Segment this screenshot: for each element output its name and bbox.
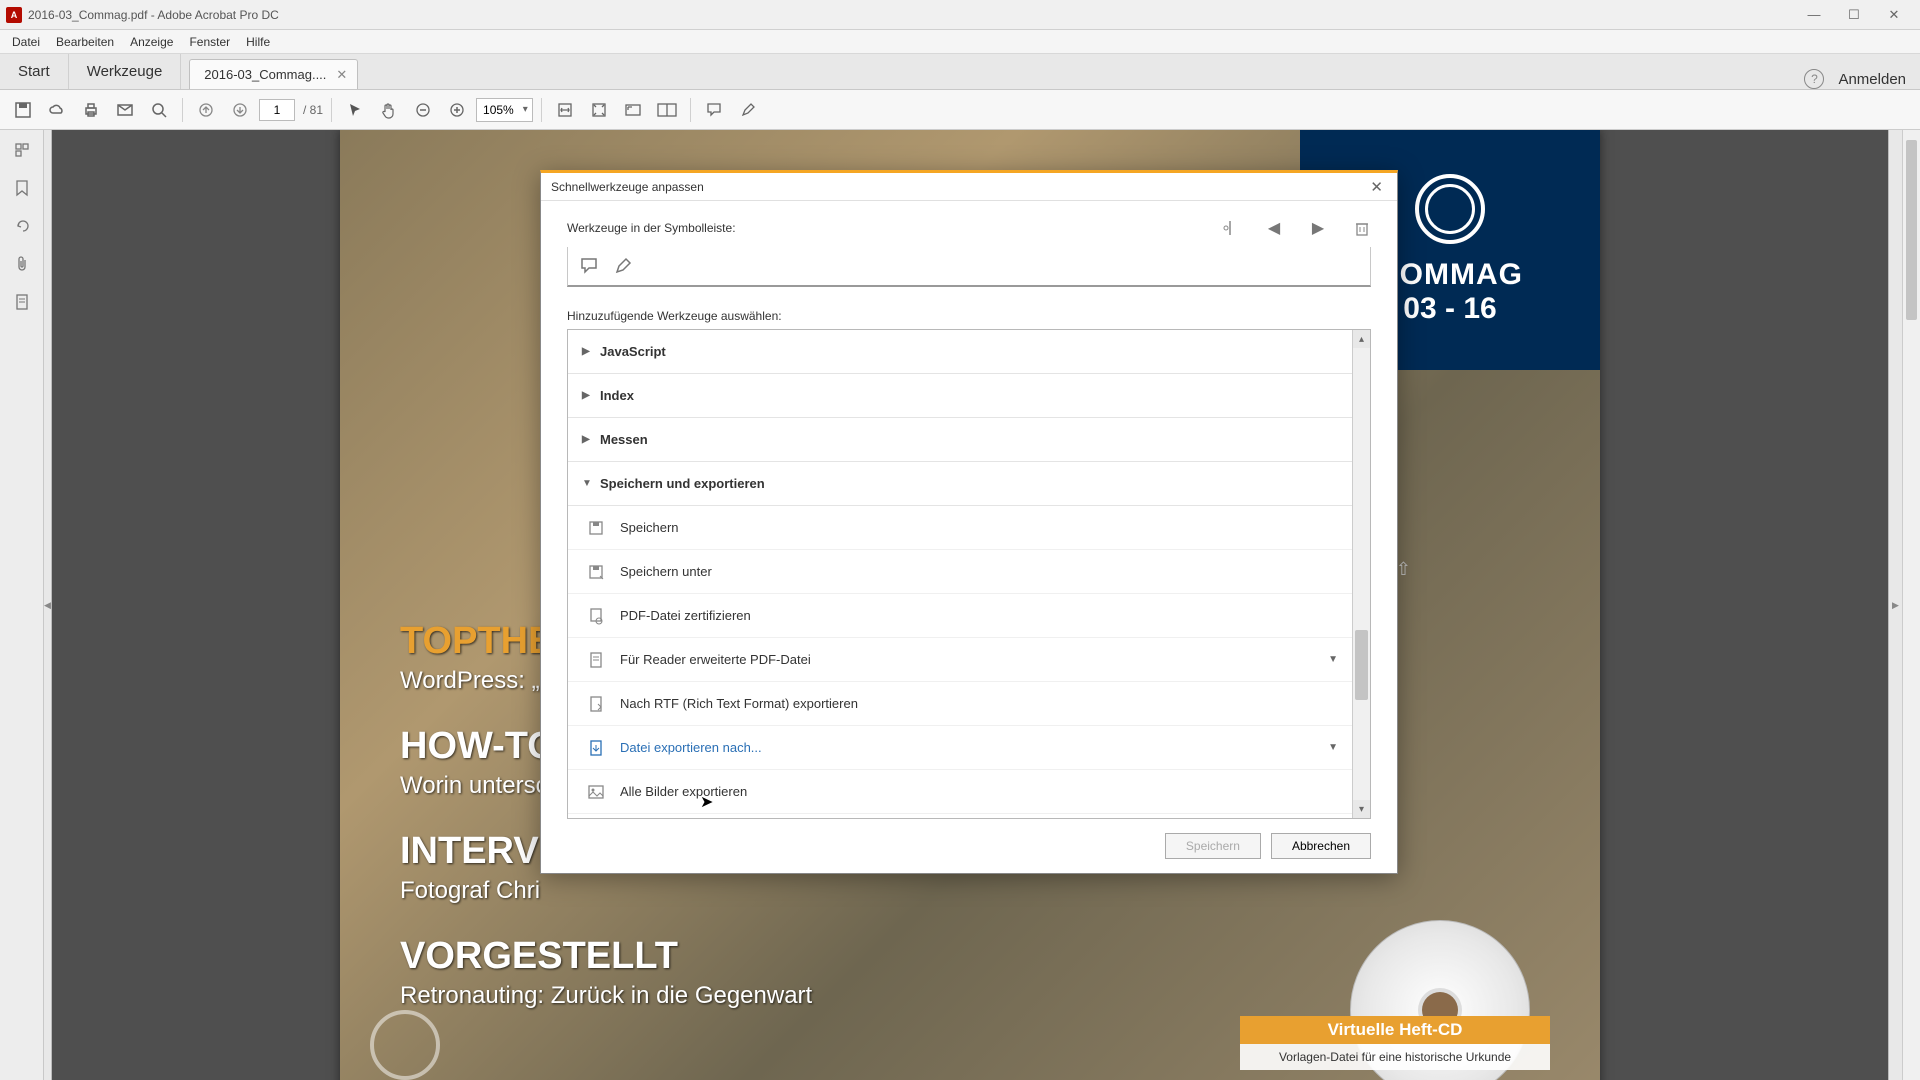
dialog-close-icon[interactable]: ✕ (1366, 178, 1387, 196)
export-file-icon (586, 738, 606, 758)
tool-label: Speichern unter (620, 564, 712, 579)
reader-extend-icon (586, 650, 606, 670)
tool-label: Datei exportieren nach... (620, 740, 762, 755)
tool-label: PDF-Datei zertifizieren (620, 608, 751, 623)
category-row[interactable]: ▶ JavaScript (568, 330, 1352, 374)
category-label: JavaScript (600, 344, 666, 359)
tool-item[interactable]: Nach RTF (Rich Text Format) exportieren (568, 682, 1352, 726)
expand-icon: ▶ (582, 390, 592, 401)
save-file-icon (586, 518, 606, 538)
scroll-down-icon[interactable]: ▾ (1353, 800, 1370, 818)
tool-label: Alle Bilder exportieren (620, 784, 747, 799)
tool-item[interactable]: Speichern unter (568, 550, 1352, 594)
tool-label: Speichern (620, 520, 679, 535)
tools-tree: ▶ JavaScript ▶ Index ▶ Messen ▼ Speichern un… (567, 329, 1371, 819)
scroll-up-icon[interactable]: ▴ (1353, 330, 1370, 348)
dropdown-icon[interactable]: ▼ (1328, 742, 1338, 753)
category-label: Index (600, 388, 634, 403)
toolbar-highlight-icon[interactable] (612, 255, 634, 277)
export-rtf-icon (586, 694, 606, 714)
tree-scrollbar[interactable]: ▴ ▾ (1352, 330, 1370, 818)
tool-item[interactable]: Für Reader erweiterte PDF-Datei ▼ (568, 638, 1352, 682)
category-row[interactable]: ▼ Speichern und exportieren (568, 462, 1352, 506)
toolbar-comment-icon[interactable] (578, 255, 600, 277)
scroll-thumb[interactable] (1355, 630, 1368, 700)
save-button[interactable]: Speichern (1165, 833, 1261, 859)
save-as-icon (586, 562, 606, 582)
toolbar-label: Werkzeuge in der Symbolleiste: (567, 221, 736, 235)
tool-label: Nach RTF (Rich Text Format) exportieren (620, 696, 858, 711)
category-label: Speichern und exportieren (600, 476, 765, 491)
add-to-toolbar-icon[interactable]: ⇧ (1396, 559, 1411, 580)
tool-item[interactable]: Alle Bilder exportieren (568, 770, 1352, 814)
dialog-title: Schnellwerkzeuge anpassen (551, 180, 704, 194)
add-tools-label: Hinzuzufügende Werkzeuge auswählen: (567, 309, 1371, 323)
customize-tools-dialog: Schnellwerkzeuge anpassen ✕ Werkzeuge in… (540, 170, 1398, 874)
dialog-titlebar: Schnellwerkzeuge anpassen ✕ (541, 173, 1397, 201)
tool-item[interactable]: Datei exportieren nach... ▼ (568, 726, 1352, 770)
current-toolbar-box (567, 247, 1371, 287)
category-row[interactable]: ▶ Index (568, 374, 1352, 418)
expand-icon: ▶ (582, 346, 592, 357)
tool-label: Für Reader erweiterte PDF-Datei (620, 652, 811, 667)
export-images-icon (586, 782, 606, 802)
move-right-icon[interactable]: ▶ (1309, 219, 1327, 237)
delete-icon[interactable] (1353, 219, 1371, 237)
move-left-icon[interactable]: ◀ (1265, 219, 1283, 237)
category-row[interactable]: ▶ Messen (568, 418, 1352, 462)
category-label: Messen (600, 432, 648, 447)
expand-icon: ▶ (582, 434, 592, 445)
dialog-overlay: Schnellwerkzeuge anpassen ✕ Werkzeuge in… (0, 0, 1920, 1080)
tool-item[interactable]: PDF-Datei zertifizieren (568, 594, 1352, 638)
collapse-icon: ▼ (582, 478, 592, 489)
cancel-button[interactable]: Abbrechen (1271, 833, 1371, 859)
dropdown-icon[interactable]: ▼ (1328, 654, 1338, 665)
tool-item[interactable]: Speichern (568, 506, 1352, 550)
certify-icon (586, 606, 606, 626)
divider-icon[interactable] (1221, 219, 1239, 237)
